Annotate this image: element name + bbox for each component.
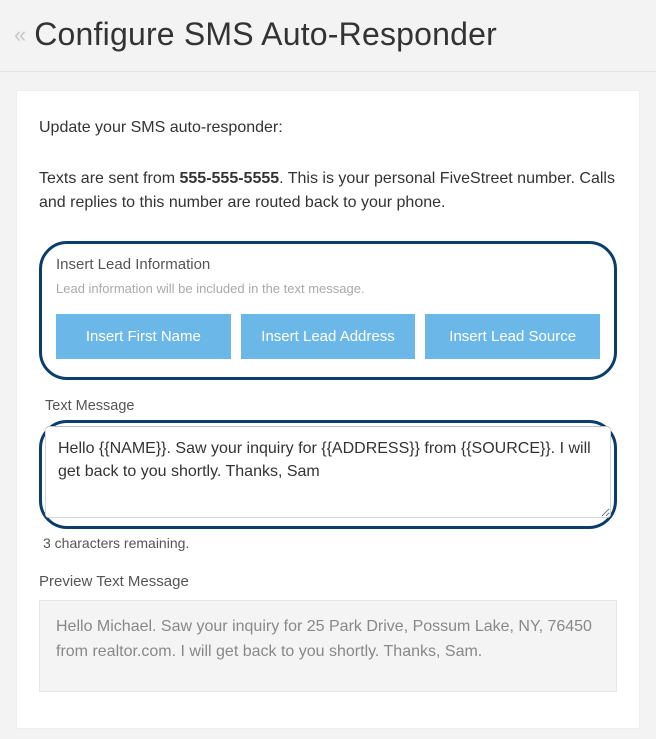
config-card: Update your SMS auto-responder: Texts ar… <box>16 90 640 729</box>
insert-first-name-button[interactable]: Insert First Name <box>56 314 231 359</box>
insert-lead-address-button[interactable]: Insert Lead Address <box>241 314 416 359</box>
text-message-input[interactable] <box>45 426 611 518</box>
insert-lead-section: Insert Lead Information Lead information… <box>39 241 617 380</box>
intro-text: Update your SMS auto-responder: <box>39 119 617 137</box>
info-phone: 555-555-5555 <box>180 170 280 187</box>
page-header: « Configure SMS Auto-Responder <box>0 0 656 72</box>
insert-lead-source-button[interactable]: Insert Lead Source <box>425 314 600 359</box>
insert-buttons-row: Insert First Name Insert Lead Address In… <box>56 314 600 359</box>
info-paragraph: Texts are sent from 555-555-5555. This i… <box>39 167 617 215</box>
page-title: Configure SMS Auto-Responder <box>34 16 497 53</box>
text-message-label: Text Message <box>45 398 617 414</box>
insert-lead-subtitle: Lead information will be included in the… <box>56 281 600 296</box>
insert-lead-title: Insert Lead Information <box>56 256 600 273</box>
back-icon[interactable]: « <box>14 24 20 46</box>
preview-label: Preview Text Message <box>39 573 617 590</box>
char-counter: 3 characters remaining. <box>43 535 617 551</box>
preview-box: Hello Michael. Saw your inquiry for 25 P… <box>39 600 617 692</box>
info-prefix: Texts are sent from <box>39 170 180 187</box>
page: « Configure SMS Auto-Responder Update yo… <box>0 0 656 729</box>
text-message-annotation <box>39 420 617 529</box>
